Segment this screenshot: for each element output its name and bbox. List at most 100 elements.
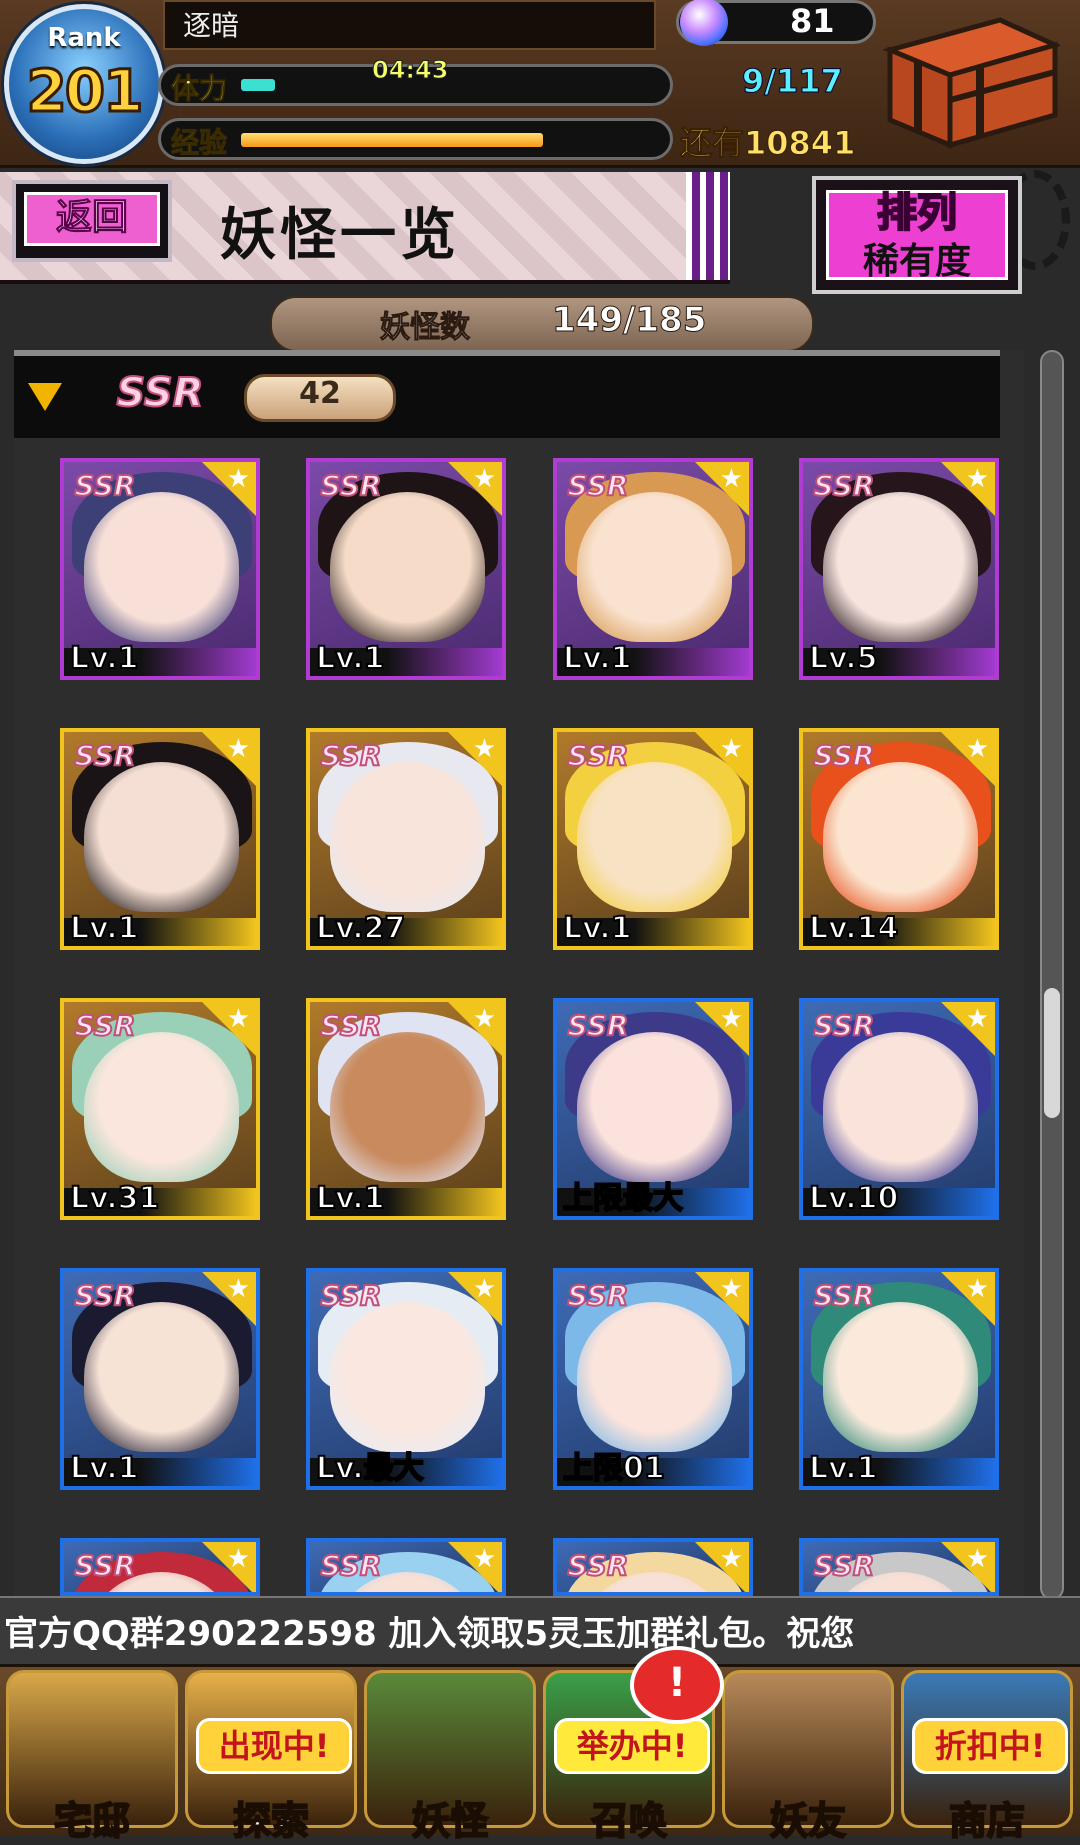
star-icon[interactable]: ★ bbox=[227, 1544, 250, 1574]
news-ticker-text: 官方QQ群290222598 加入领取5灵玉加群礼包。祝您 bbox=[4, 1614, 855, 1654]
level-label: Lv.1 bbox=[69, 1451, 139, 1487]
ssr-group-text: SSR bbox=[117, 370, 204, 416]
ssr-badge: SSR bbox=[320, 468, 383, 503]
ssr-badge: SSR bbox=[567, 1278, 630, 1313]
nav-badge: 举办中! bbox=[554, 1718, 710, 1774]
star-icon[interactable]: ★ bbox=[966, 464, 989, 494]
spirit-jade-icon bbox=[680, 0, 728, 46]
ssr-badge-text: SSR bbox=[814, 739, 875, 772]
youkai-card[interactable]: ★ SSR 上限01 bbox=[553, 1268, 753, 1490]
star-icon[interactable]: ★ bbox=[473, 734, 496, 764]
youkai-card[interactable]: ★ SSR Lv.1 bbox=[60, 728, 260, 950]
youkai-card[interactable]: ★ SSR Lv.1 bbox=[799, 1268, 999, 1490]
ssr-group-badge: SSR bbox=[116, 369, 205, 417]
ssr-badge: SSR bbox=[320, 1548, 383, 1583]
youkai-card[interactable]: ★ SSR Lv.最大 bbox=[306, 1268, 506, 1490]
gem-count: 81 bbox=[790, 2, 835, 40]
ssr-badge: SSR bbox=[320, 1008, 383, 1043]
youkai-card[interactable]: ★ SSR Lv.1 bbox=[306, 998, 506, 1220]
star-icon[interactable]: ★ bbox=[966, 1544, 989, 1574]
nav-badge: 出现中! bbox=[196, 1718, 352, 1774]
level-label: Lv.14 bbox=[808, 911, 899, 947]
treasure-chest-icon[interactable] bbox=[880, 10, 1060, 150]
star-icon[interactable]: ★ bbox=[720, 1274, 743, 1304]
nav-label: 探索 bbox=[232, 1798, 310, 1844]
star-icon[interactable]: ★ bbox=[966, 1274, 989, 1304]
ssr-badge: SSR bbox=[813, 1008, 876, 1043]
star-icon[interactable]: ★ bbox=[966, 1004, 989, 1034]
ssr-badge-text: SSR bbox=[568, 1279, 629, 1312]
stamina-timer: 04:43 bbox=[371, 56, 449, 85]
star-icon[interactable]: ★ bbox=[720, 1004, 743, 1034]
nav-label: 召唤 bbox=[590, 1798, 668, 1844]
star-icon[interactable]: ★ bbox=[720, 464, 743, 494]
header-stripe bbox=[686, 172, 730, 280]
ssr-badge: SSR bbox=[567, 1548, 630, 1583]
star-icon[interactable]: ★ bbox=[473, 1544, 496, 1574]
collapse-triangle-icon[interactable] bbox=[28, 383, 62, 411]
youkai-count-value: 149/185 bbox=[551, 300, 707, 341]
youkai-card[interactable]: ★ SSR Lv.14 bbox=[799, 728, 999, 950]
youkai-card[interactable]: ★ SSR Lv.5 bbox=[799, 458, 999, 680]
youkai-card[interactable]: ★ SSR Lv.1 bbox=[60, 458, 260, 680]
youkai-card[interactable]: ★ SSR Lv.31 bbox=[60, 998, 260, 1220]
level-label: Lv.1 bbox=[69, 911, 139, 947]
youkai-card[interactable]: ★ SSR bbox=[553, 1538, 753, 1596]
youkai-card[interactable]: ★ SSR bbox=[799, 1538, 999, 1596]
star-icon[interactable]: ★ bbox=[227, 1274, 250, 1304]
rank-label: Rank bbox=[47, 23, 121, 53]
star-icon[interactable]: ★ bbox=[473, 464, 496, 494]
rank-value: 201 bbox=[25, 56, 145, 127]
level-label: Lv.5 bbox=[808, 641, 878, 677]
nav-label: 妖怪 bbox=[411, 1798, 489, 1844]
youkai-card[interactable]: ★ SSR bbox=[306, 1538, 506, 1596]
ssr-badge-text: SSR bbox=[568, 1009, 629, 1042]
ssr-badge: SSR bbox=[74, 1008, 137, 1043]
ssr-badge: SSR bbox=[567, 468, 630, 503]
exp-bar: 经验 bbox=[158, 118, 673, 160]
scrollbar[interactable] bbox=[1040, 350, 1064, 1600]
stamina-label: 体力 bbox=[170, 72, 228, 106]
youkai-card[interactable]: ★ SSR Lv.10 bbox=[799, 998, 999, 1220]
nav-label: 商店 bbox=[948, 1798, 1026, 1844]
youkai-card[interactable]: ★ SSR Lv.1 bbox=[553, 728, 753, 950]
ssr-badge: SSR bbox=[813, 1548, 876, 1583]
ssr-badge: SSR bbox=[74, 738, 137, 773]
star-icon[interactable]: ★ bbox=[227, 734, 250, 764]
star-icon[interactable]: ★ bbox=[473, 1004, 496, 1034]
youkai-card[interactable]: ★ SSR Lv.1 bbox=[306, 458, 506, 680]
ssr-badge: SSR bbox=[813, 738, 876, 773]
ssr-badge-text: SSR bbox=[321, 1549, 382, 1582]
star-icon[interactable]: ★ bbox=[966, 734, 989, 764]
star-icon[interactable]: ★ bbox=[720, 1544, 743, 1574]
player-name: 逐暗 bbox=[163, 0, 656, 50]
ssr-badge: SSR bbox=[320, 738, 383, 773]
back-button[interactable]: 返回 bbox=[12, 180, 172, 262]
ssr-badge: SSR bbox=[813, 1278, 876, 1313]
ssr-badge-text: SSR bbox=[321, 1279, 382, 1312]
nav-label: 妖友 bbox=[769, 1798, 847, 1844]
ssr-badge: SSR bbox=[813, 468, 876, 503]
nav-label: 宅邸 bbox=[53, 1798, 131, 1844]
star-icon[interactable]: ★ bbox=[720, 734, 743, 764]
youkai-card[interactable]: ★ SSR bbox=[60, 1538, 260, 1596]
rank-badge[interactable]: Rank 201 bbox=[4, 4, 164, 164]
youkai-card[interactable]: ★ SSR 上限最大 bbox=[553, 998, 753, 1220]
level-label: 上限最大 bbox=[562, 1181, 684, 1217]
level-label: Lv.1 bbox=[808, 1451, 878, 1487]
scrollbar-thumb[interactable] bbox=[1044, 988, 1060, 1118]
ssr-badge-text: SSR bbox=[814, 1009, 875, 1042]
ssr-badge-text: SSR bbox=[75, 1549, 136, 1582]
youkai-count-label: 妖怪数 bbox=[380, 310, 471, 346]
alert-badge: ! bbox=[630, 1646, 724, 1724]
back-button-label: 返回 bbox=[24, 192, 160, 246]
youkai-card[interactable]: ★ SSR Lv.27 bbox=[306, 728, 506, 950]
star-icon[interactable]: ★ bbox=[227, 1004, 250, 1034]
page-title: 妖怪一览 bbox=[220, 203, 460, 268]
stamina-fill bbox=[241, 79, 275, 91]
youkai-card[interactable]: ★ SSR Lv.1 bbox=[60, 1268, 260, 1490]
star-icon[interactable]: ★ bbox=[473, 1274, 496, 1304]
youkai-card[interactable]: ★ SSR Lv.1 bbox=[553, 458, 753, 680]
star-icon[interactable]: ★ bbox=[227, 464, 250, 494]
ssr-badge: SSR bbox=[74, 468, 137, 503]
